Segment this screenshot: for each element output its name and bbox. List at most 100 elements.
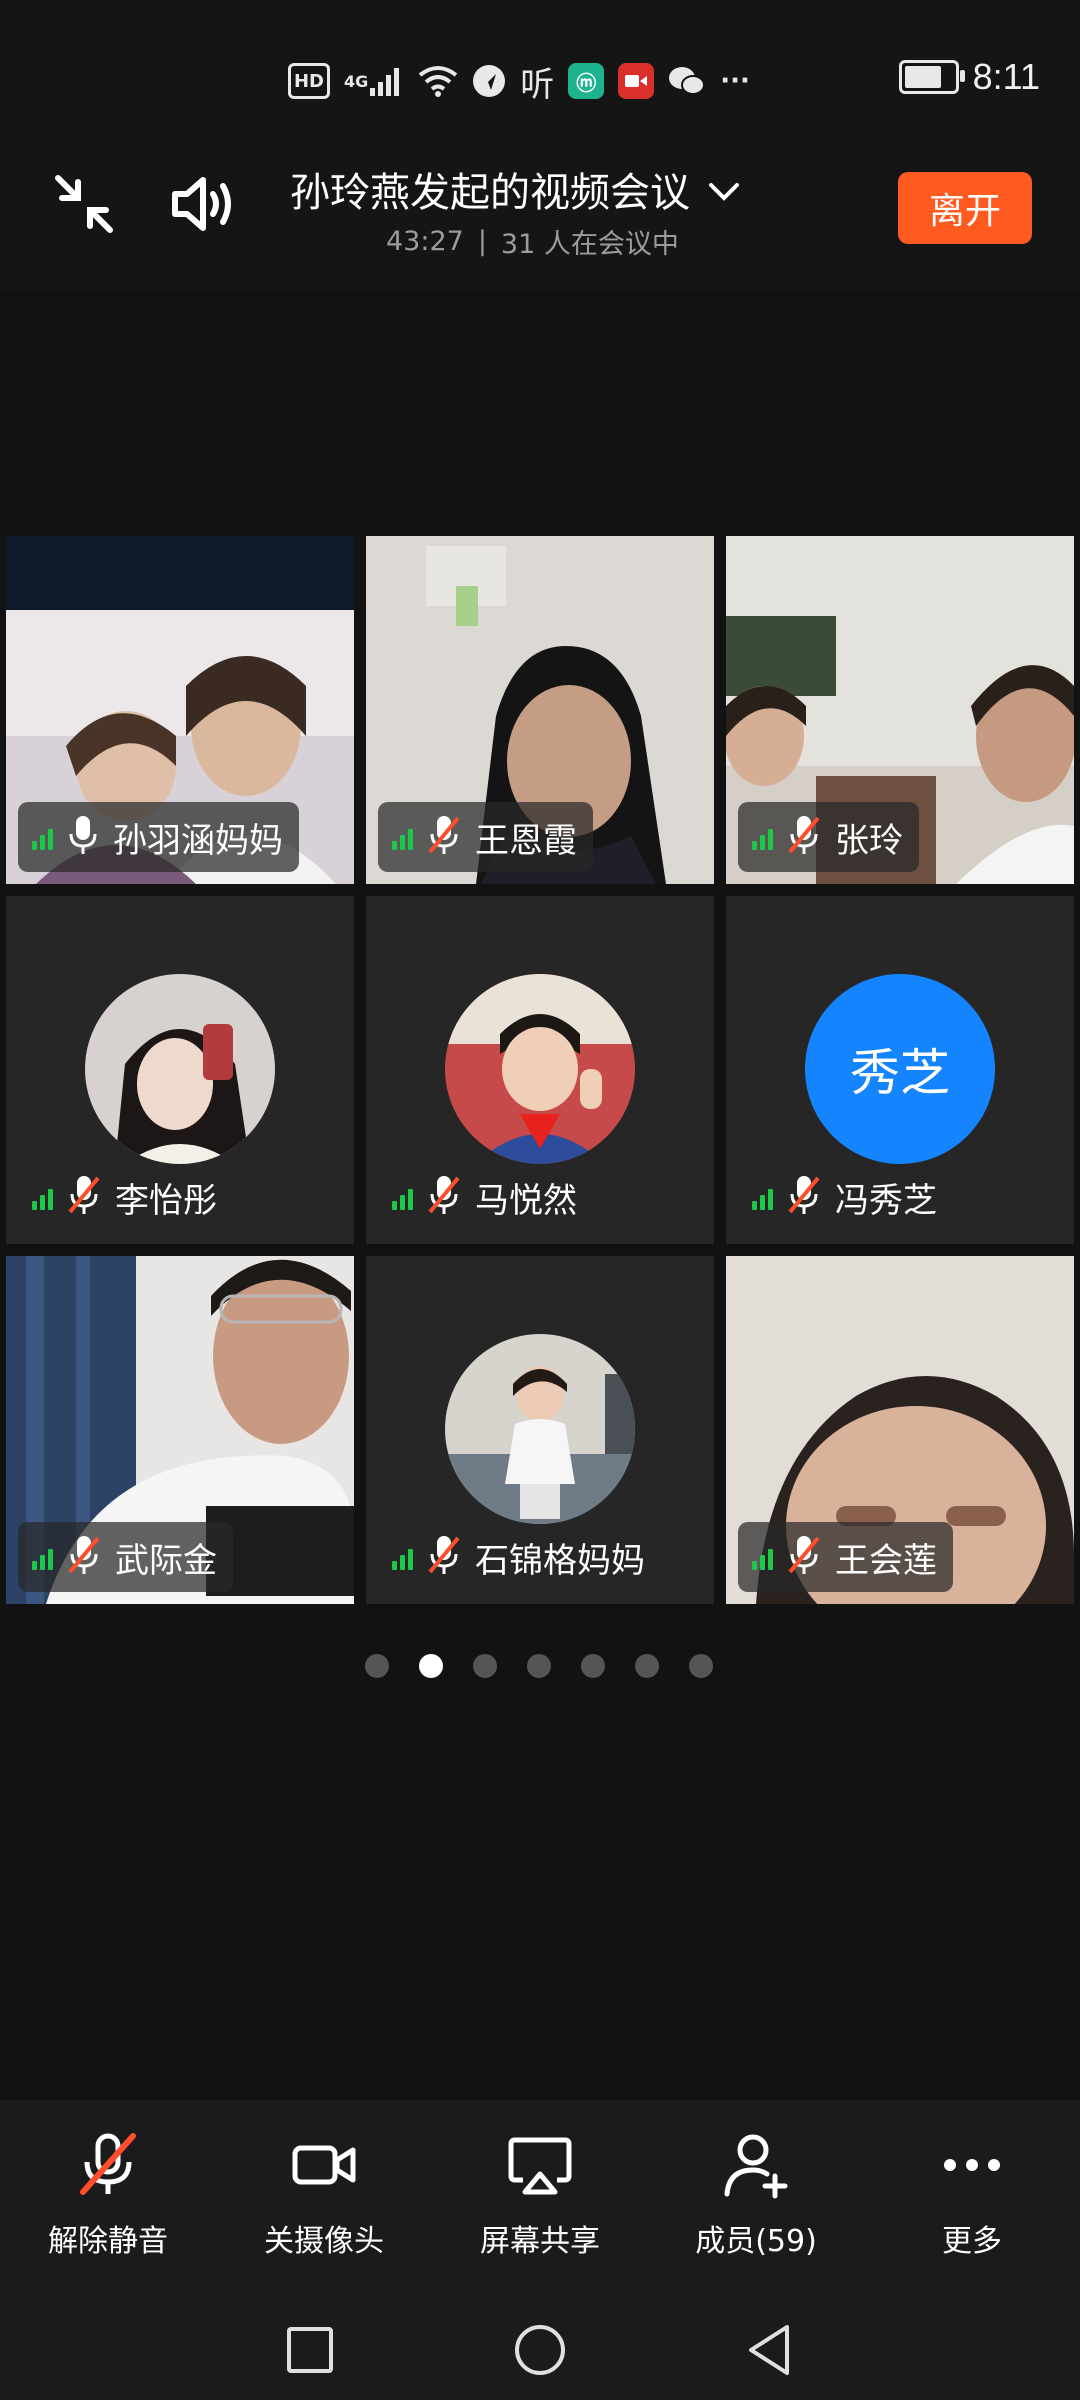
navigation-app-icon [472,61,506,101]
participant-name: 武际金 [115,1540,217,1581]
mic-muted-icon [427,814,461,860]
participant-tile[interactable]: 张玲 [726,536,1074,884]
participant-tile[interactable]: 孙羽涵妈妈 [6,536,354,884]
recents-icon[interactable] [278,2318,342,2382]
signal-strength-icon [32,1544,53,1570]
mi-app-icon: ⓜ [568,63,605,99]
page-dot-active[interactable] [419,1654,443,1678]
signal-strength-icon [32,824,53,850]
signal-strength-icon [752,824,773,850]
add-member-icon [724,2134,788,2199]
signal-strength-icon [752,1184,773,1210]
page-dot[interactable] [689,1654,713,1678]
participant-label: 武际金 [18,1522,233,1592]
participant-label: 冯秀芝 [738,1162,953,1232]
signal-strength-icon [752,1544,773,1570]
participant-tile[interactable]: 秀芝 冯秀芝 [726,896,1074,1244]
participant-label: 孙羽涵妈妈 [18,802,299,872]
meeting-info-separator: | [477,226,487,257]
home-icon[interactable] [508,2318,572,2382]
meeting-toolbar: 解除静音 关摄像头 屏幕共享 成员(59) 更多 [0,2100,1080,2300]
mic-muted-icon [427,1174,461,1220]
leave-button[interactable]: 离开 [898,172,1032,244]
participant-tile[interactable]: 石锦格妈妈 [366,1256,714,1604]
listen-app-icon: 听 [520,64,555,105]
participant-tile[interactable]: 王会莲 [726,1256,1074,1604]
unmute-button[interactable]: 解除静音 [0,2100,216,2300]
camera-off-label: 关摄像头 [264,2224,384,2259]
participant-label: 张玲 [738,802,919,872]
back-icon[interactable] [738,2318,802,2382]
mic-muted-icon [67,1534,101,1580]
speaker-icon[interactable] [162,162,246,246]
participant-name: 王恩霞 [475,820,577,861]
screen-share-icon [508,2137,572,2195]
mic-on-icon [67,814,99,860]
system-nav-bar [0,2300,1080,2400]
more-notifications-icon: ··· [720,66,750,96]
chevron-down-icon [708,166,740,212]
participant-label: 石锦格妈妈 [378,1522,661,1592]
screen-record-icon [618,63,655,99]
camera-off-button[interactable]: 关摄像头 [216,2100,432,2300]
mic-muted-icon [427,1534,461,1580]
status-icons: HD 4G 听 ⓜ ··· [288,58,750,105]
mic-muted-icon [787,1534,821,1580]
page-dot[interactable] [527,1654,551,1678]
participant-name: 孙羽涵妈妈 [113,820,283,861]
avatar [445,1334,635,1524]
page-dot[interactable] [473,1654,497,1678]
clock: 8:11 [972,56,1040,97]
avatar [445,974,635,1164]
members-button[interactable]: 成员(59) [648,2100,864,2300]
screen-share-label: 屏幕共享 [480,2224,600,2259]
meeting-title[interactable]: 孙玲燕发起的视频会议 [290,160,740,218]
status-bar: HD 4G 听 ⓜ ··· 8:11 [0,0,1080,140]
more-dots-icon [944,2159,1000,2171]
participant-name: 冯秀芝 [835,1180,937,1221]
mic-muted-icon [80,2133,136,2195]
participant-label: 王会莲 [738,1522,953,1592]
avatar [85,974,275,1164]
participant-name: 张玲 [835,820,903,861]
page-dot[interactable] [635,1654,659,1678]
participant-name: 石锦格妈妈 [475,1540,645,1581]
mic-muted-icon [67,1174,101,1220]
participant-grid: 孙羽涵妈妈 王恩霞 张玲 李怡彤 马悦然 秀芝 冯秀芝 武际金 石锦格妈妈 王会… [6,536,1075,1604]
meeting-duration: 43:27 [386,226,464,257]
signal-4g-icon: 4G [344,61,404,101]
participant-count: 31 人在会议中 [500,229,679,260]
meeting-info: 43:27 | 31 人在会议中 [386,222,679,261]
more-button[interactable]: 更多 [864,2100,1080,2300]
participant-tile[interactable]: 李怡彤 [6,896,354,1244]
signal-strength-icon [32,1184,53,1210]
battery-icon [898,60,965,94]
participant-name: 王会莲 [835,1540,937,1581]
participant-tile[interactable]: 王恩霞 [366,536,714,884]
unmute-label: 解除静音 [48,2224,168,2259]
participant-tile[interactable]: 武际金 [6,1256,354,1604]
meeting-header: 孙玲燕发起的视频会议 43:27 | 31 人在会议中 离开 [0,140,1080,290]
meeting-title-text: 孙玲燕发起的视频会议 [290,170,690,216]
page-indicator [365,1654,713,1678]
signal-strength-icon [392,1184,413,1210]
wechat-icon [668,61,706,101]
participant-tile[interactable]: 马悦然 [366,896,714,1244]
minimize-window-icon[interactable] [42,162,126,246]
participant-label: 王恩霞 [378,802,593,872]
avatar: 秀芝 [805,974,995,1164]
participant-name: 马悦然 [475,1180,577,1221]
network-type-label: 4G [344,71,369,91]
members-label: 成员(59) [695,2224,817,2259]
signal-strength-icon [392,824,413,850]
status-right: 8:11 [898,56,1040,98]
signal-strength-icon [392,1544,413,1570]
page-dot[interactable] [581,1654,605,1678]
camera-icon [292,2145,356,2185]
page-dot[interactable] [365,1654,389,1678]
mic-muted-icon [787,814,821,860]
participant-label: 李怡彤 [18,1162,233,1232]
hd-icon: HD [288,63,330,99]
screen-share-button[interactable]: 屏幕共享 [432,2100,648,2300]
wifi-icon [418,61,458,101]
